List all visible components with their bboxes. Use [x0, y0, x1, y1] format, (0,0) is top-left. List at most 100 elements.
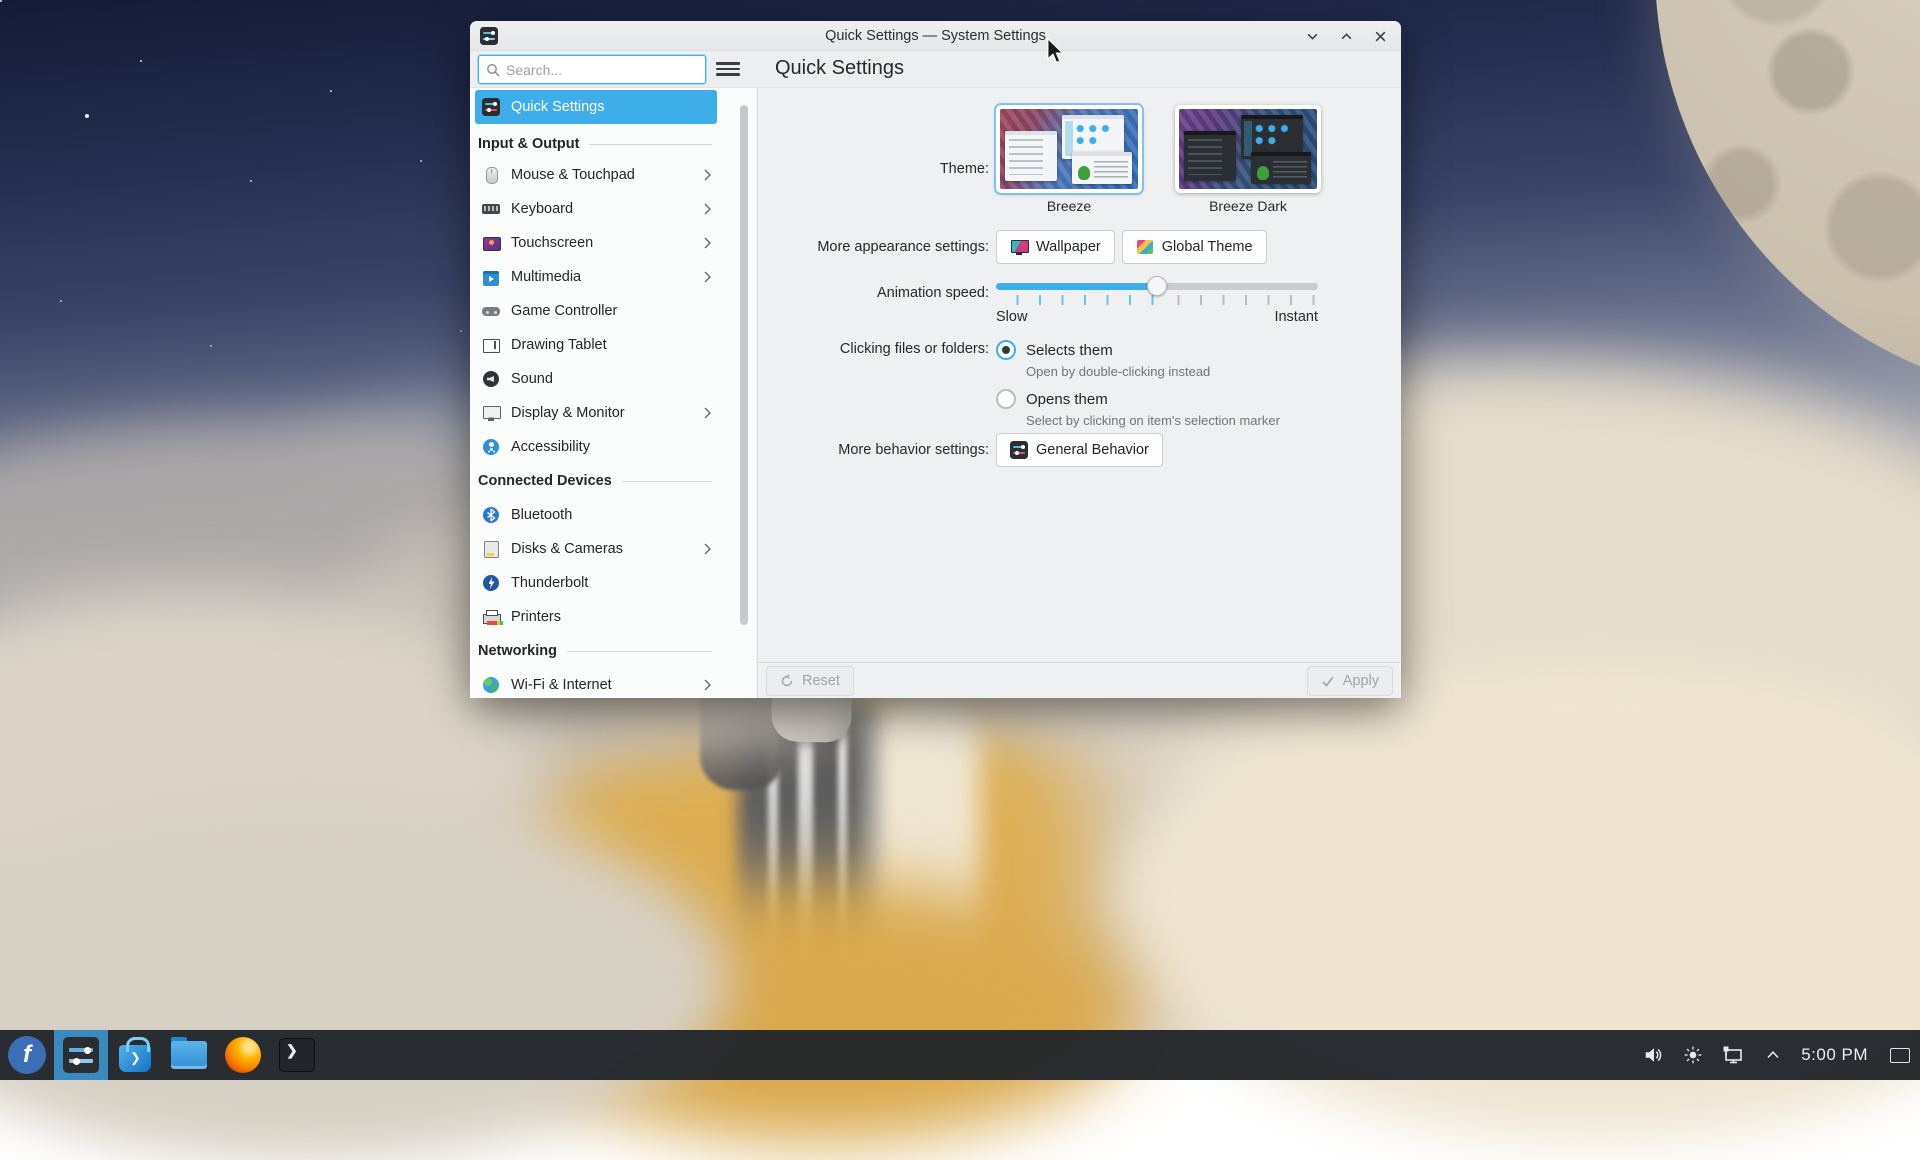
- task-dolphin[interactable]: [162, 1030, 216, 1080]
- fedora-logo-icon: f: [8, 1036, 46, 1074]
- general-behavior-icon: [1010, 441, 1028, 459]
- section-header-connected-devices: Connected Devices: [478, 464, 712, 498]
- global-theme-button[interactable]: Global Theme: [1122, 230, 1267, 264]
- apply-button[interactable]: Apply: [1307, 666, 1393, 696]
- button-label: Reset: [802, 673, 840, 689]
- footer-bar: Reset Apply: [758, 662, 1401, 698]
- bluetooth-icon: [482, 506, 500, 524]
- radio-opens-them[interactable]: Opens them: [996, 389, 1108, 409]
- sidebar-item-label: Drawing Tablet: [511, 337, 607, 353]
- search-input[interactable]: [506, 62, 698, 78]
- speaker-icon: [482, 370, 500, 388]
- section-header-networking: Networking: [478, 634, 712, 668]
- sidebar-item-label: Mouse & Touchpad: [511, 167, 635, 183]
- clock[interactable]: 5:00 PM: [1801, 1045, 1868, 1065]
- multimedia-icon: [482, 268, 500, 286]
- sidebar-item-multimedia[interactable]: Multimedia: [475, 260, 717, 294]
- radio-label: Opens them: [1026, 391, 1108, 408]
- button-label: General Behavior: [1036, 442, 1149, 458]
- sidebar-item-game-controller[interactable]: Game Controller: [475, 294, 717, 328]
- sidebar-item-drawing-tablet[interactable]: Drawing Tablet: [475, 328, 717, 362]
- sidebar-item-mouse-touchpad[interactable]: Mouse & Touchpad: [475, 158, 717, 192]
- accessibility-icon: [482, 438, 500, 456]
- brightness-icon[interactable]: [1683, 1045, 1703, 1065]
- task-discover[interactable]: [108, 1030, 162, 1080]
- hamburger-menu-button[interactable]: [716, 58, 740, 80]
- search-field[interactable]: [478, 55, 706, 84]
- chevron-right-icon: [702, 237, 713, 249]
- sidebar-item-label: Keyboard: [511, 201, 573, 217]
- radio-button-unchecked[interactable]: [996, 389, 1016, 409]
- theme-label: Theme:: [758, 105, 989, 177]
- sidebar-item-touchscreen[interactable]: Touchscreen: [475, 226, 717, 260]
- volume-icon[interactable]: [1643, 1044, 1665, 1066]
- theme-row: Theme: Breeze: [758, 105, 1401, 214]
- maximize-button[interactable]: [1335, 25, 1357, 47]
- network-display-icon[interactable]: [1721, 1043, 1745, 1067]
- sidebar-item-thunderbolt[interactable]: Thunderbolt: [475, 566, 717, 600]
- minimize-button[interactable]: [1301, 25, 1323, 47]
- clicking-label: Clicking files or folders:: [758, 340, 989, 357]
- sidebar-item-bluetooth[interactable]: Bluetooth: [475, 498, 717, 532]
- reset-button[interactable]: Reset: [766, 666, 854, 696]
- system-settings-icon: [63, 1037, 99, 1073]
- sidebar-item-wifi-internet[interactable]: Wi-Fi & Internet: [475, 668, 717, 698]
- behavior-label: More behavior settings:: [758, 442, 989, 458]
- wallpaper-button[interactable]: Wallpaper: [996, 230, 1115, 264]
- section-title: Networking: [478, 643, 557, 659]
- animation-speed-slider[interactable]: Slow Instant: [996, 283, 1318, 325]
- slider-max-label: Instant: [1274, 309, 1318, 325]
- appearance-label: More appearance settings:: [758, 239, 989, 255]
- section-title: Input & Output: [478, 136, 579, 152]
- app-launcher-button[interactable]: f: [0, 1030, 54, 1080]
- task-system-settings[interactable]: [54, 1030, 108, 1080]
- show-desktop-button[interactable]: [1890, 1048, 1910, 1063]
- radio-selects-them[interactable]: Selects them: [996, 340, 1113, 360]
- clicking-row: Clicking files or folders: Selects them …: [758, 340, 1401, 428]
- folder-icon: [171, 1041, 207, 1069]
- mouse-icon: [482, 166, 500, 184]
- printer-icon: [482, 608, 500, 626]
- sidebar-item-sound[interactable]: Sound: [475, 362, 717, 396]
- stars: [0, 0, 2, 2]
- button-label: Wallpaper: [1036, 239, 1101, 255]
- disk-icon: [482, 540, 500, 558]
- sidebar-item-quick-settings[interactable]: Quick Settings: [475, 90, 717, 124]
- system-settings-window: Quick Settings — System Settings Quick S…: [470, 21, 1401, 698]
- sidebar-scrollbar[interactable]: [740, 105, 748, 625]
- slider-ticks: [996, 295, 1318, 305]
- sidebar-item-accessibility[interactable]: Accessibility: [475, 430, 717, 464]
- sidebar-item-disks-cameras[interactable]: Disks & Cameras: [475, 532, 717, 566]
- firefox-icon: [225, 1037, 261, 1073]
- radio-description: Open by double-clicking instead: [1026, 364, 1210, 379]
- theme-option-label: Breeze Dark: [1175, 198, 1321, 214]
- theme-option-breeze[interactable]: Breeze: [996, 105, 1142, 214]
- slider-handle[interactable]: [1147, 276, 1167, 296]
- general-behavior-button[interactable]: General Behavior: [996, 433, 1163, 467]
- titlebar[interactable]: Quick Settings — System Settings: [470, 21, 1401, 51]
- close-button[interactable]: [1369, 25, 1391, 47]
- sidebar-item-label: Wi-Fi & Internet: [511, 677, 612, 693]
- globe-icon: [482, 676, 500, 694]
- theme-option-breeze-dark[interactable]: Breeze Dark: [1175, 105, 1321, 214]
- thunderbolt-icon: [482, 574, 500, 592]
- sidebar-item-keyboard[interactable]: Keyboard: [475, 192, 717, 226]
- moon: [1655, 0, 1920, 400]
- expand-tray-icon[interactable]: [1763, 1045, 1783, 1065]
- task-konsole[interactable]: ❯: [270, 1030, 324, 1080]
- touchscreen-icon: [482, 234, 500, 252]
- keyboard-icon: [482, 200, 500, 218]
- content-pane: Theme: Breeze: [757, 88, 1401, 698]
- chevron-right-icon: [702, 679, 713, 691]
- mouse-cursor: [1045, 38, 1065, 64]
- task-firefox[interactable]: [216, 1030, 270, 1080]
- radio-button-checked[interactable]: [996, 340, 1016, 360]
- section-header-input-output: Input & Output: [478, 127, 712, 161]
- gamepad-icon: [482, 302, 500, 320]
- sidebar-item-printers[interactable]: Printers: [475, 600, 717, 634]
- sidebar-item-display-monitor[interactable]: Display & Monitor: [475, 396, 717, 430]
- breeze-dark-preview: [1179, 109, 1317, 189]
- sidebar-item-label: Sound: [511, 371, 553, 387]
- sidebar-item-label: Quick Settings: [511, 99, 605, 115]
- appearance-row: More appearance settings: Wallpaper Glob…: [758, 230, 1401, 264]
